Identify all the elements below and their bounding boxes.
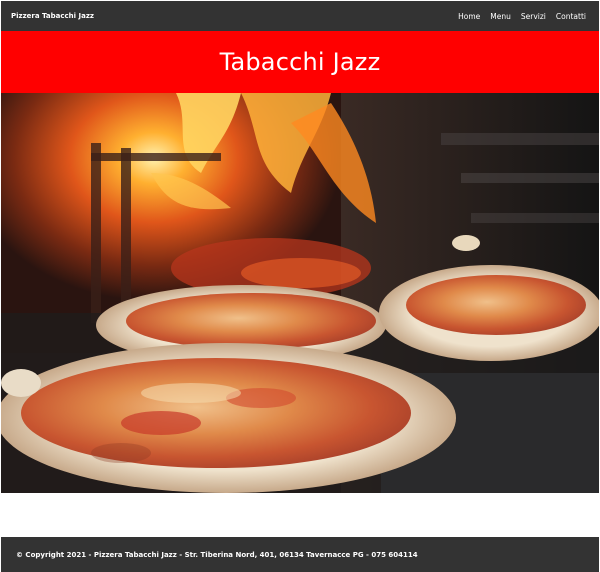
navbar: Pizzera Tabacchi Jazz Home Menu Servizi … bbox=[1, 1, 599, 31]
nav-link-servizi[interactable]: Servizi bbox=[521, 12, 546, 21]
brand-name[interactable]: Pizzera Tabacchi Jazz bbox=[11, 12, 94, 20]
nav-link-menu[interactable]: Menu bbox=[490, 12, 511, 21]
nav-links: Home Menu Servizi Contatti bbox=[458, 12, 586, 21]
nav-link-contatti[interactable]: Contatti bbox=[556, 12, 586, 21]
hero-image-pizza-oven bbox=[1, 93, 599, 493]
page-title: Tabacchi Jazz bbox=[219, 48, 381, 76]
footer: © Copyright 2021 - Pizzera Tabacchi Jazz… bbox=[1, 537, 599, 572]
footer-copyright: © Copyright 2021 - Pizzera Tabacchi Jazz… bbox=[16, 550, 418, 559]
nav-link-home[interactable]: Home bbox=[458, 12, 480, 21]
hero-banner: Tabacchi Jazz bbox=[1, 31, 599, 93]
